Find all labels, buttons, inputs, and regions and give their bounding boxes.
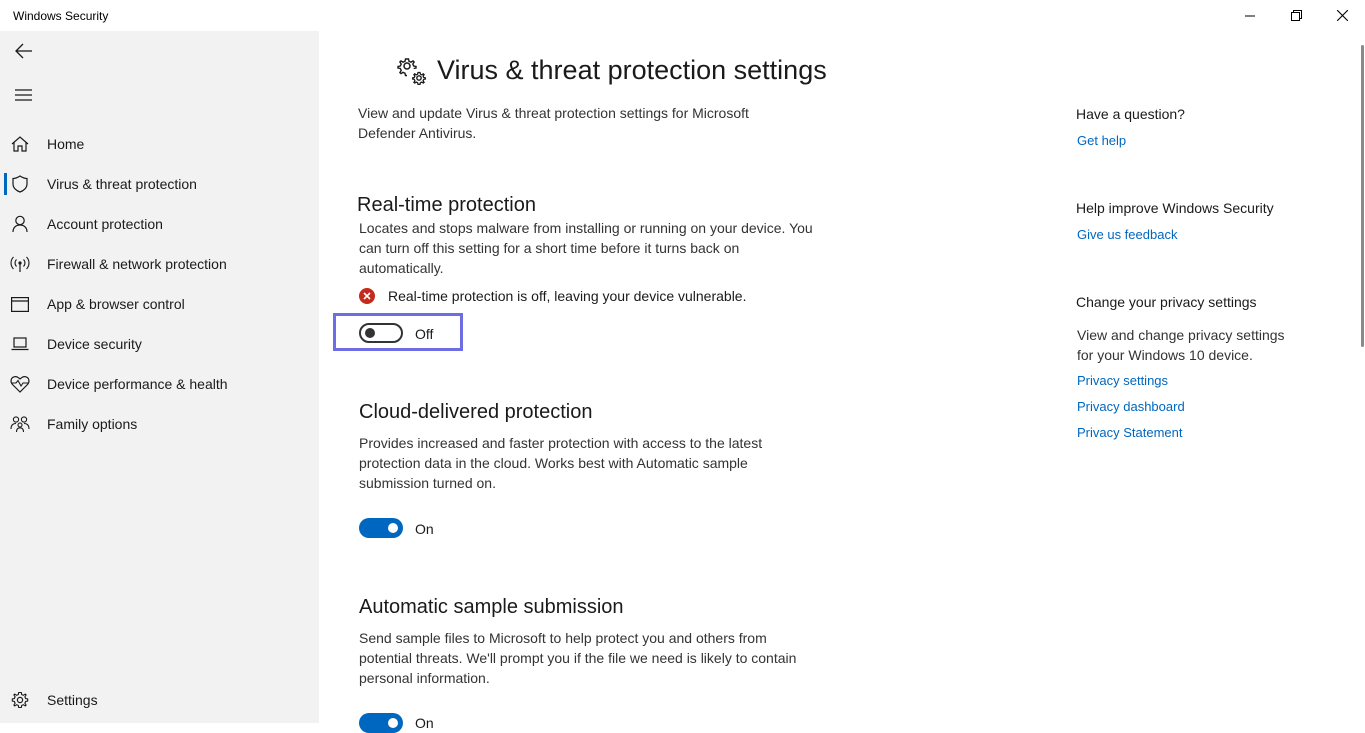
description-line: personal information. bbox=[359, 670, 490, 686]
description-line: Send sample files to Microsoft to help p… bbox=[359, 630, 767, 646]
sidebar-item-label: Device performance & health bbox=[47, 376, 228, 392]
privacy-settings-link[interactable]: Privacy settings bbox=[1077, 373, 1168, 388]
laptop-icon bbox=[10, 334, 30, 354]
sidebar-item-account-protection[interactable]: Account protection bbox=[0, 204, 319, 244]
scrollbar-thumb[interactable] bbox=[1361, 45, 1364, 347]
home-icon bbox=[10, 134, 30, 154]
description-line: View and change privacy settings bbox=[1077, 327, 1285, 343]
restore-button[interactable] bbox=[1273, 0, 1319, 31]
cloud-toggle-label: On bbox=[415, 521, 434, 537]
give-feedback-link[interactable]: Give us feedback bbox=[1077, 227, 1177, 242]
selection-indicator bbox=[4, 173, 7, 195]
app-window-icon bbox=[10, 294, 30, 314]
minimize-icon bbox=[1245, 15, 1255, 16]
main-content: Virus & threat protection settings View … bbox=[319, 31, 1361, 733]
sidebar-item-home[interactable]: Home bbox=[0, 124, 319, 164]
cloud-protection-toggle[interactable] bbox=[359, 518, 403, 538]
sidebar-item-label: Family options bbox=[47, 416, 138, 432]
error-icon bbox=[359, 288, 375, 304]
privacy-description: View and change privacy settings for you… bbox=[1077, 325, 1317, 365]
sidebar: Home Virus & threat protection Account p… bbox=[0, 31, 319, 723]
sidebar-item-label: Home bbox=[47, 136, 85, 152]
description-line: protection data in the cloud. Works best… bbox=[359, 455, 748, 471]
description-line: submission turned on. bbox=[359, 475, 496, 491]
sidebar-item-settings[interactable]: Settings bbox=[0, 680, 319, 720]
realtime-toggle-label: Off bbox=[415, 326, 434, 342]
sidebar-item-device-security[interactable]: Device security bbox=[0, 324, 319, 364]
description-line: potential threats. We'll prompt you if t… bbox=[359, 650, 797, 666]
back-arrow-icon bbox=[15, 43, 32, 59]
shield-icon bbox=[10, 174, 30, 194]
menu-button[interactable] bbox=[0, 75, 48, 115]
realtime-protection-toggle[interactable] bbox=[359, 323, 403, 343]
toggle-knob bbox=[388, 718, 398, 728]
scrollbar[interactable] bbox=[1361, 31, 1365, 723]
close-button[interactable] bbox=[1319, 0, 1365, 31]
sidebar-item-family-options[interactable]: Family options bbox=[0, 404, 319, 444]
sidebar-item-virus-threat-protection[interactable]: Virus & threat protection bbox=[0, 164, 319, 204]
privacy-statement-link[interactable]: Privacy Statement bbox=[1077, 425, 1183, 440]
back-button[interactable] bbox=[0, 31, 48, 71]
hamburger-icon bbox=[15, 89, 32, 101]
sidebar-item-label: Settings bbox=[47, 692, 98, 708]
sidebar-item-label: App & browser control bbox=[47, 296, 185, 312]
family-icon bbox=[10, 414, 30, 434]
realtime-warning: Real-time protection is off, leaving you… bbox=[359, 288, 746, 304]
gear-icon bbox=[10, 690, 30, 710]
realtime-protection-description: Locates and stops malware from installin… bbox=[359, 218, 813, 278]
sidebar-item-label: Firewall & network protection bbox=[47, 256, 227, 272]
title-bar: Windows Security bbox=[0, 0, 1365, 31]
toggle-knob bbox=[388, 523, 398, 533]
cloud-protection-title: Cloud-delivered protection bbox=[359, 401, 593, 423]
sample-toggle-label: On bbox=[415, 715, 434, 731]
description-line: for your Windows 10 device. bbox=[1077, 347, 1253, 363]
sidebar-item-label: Account protection bbox=[47, 216, 163, 232]
sidebar-item-firewall-network-protection[interactable]: Firewall & network protection bbox=[0, 244, 319, 284]
page-title-text: Virus & threat protection settings bbox=[437, 55, 827, 85]
page-title: Virus & threat protection settings bbox=[397, 55, 827, 86]
close-icon bbox=[1336, 10, 1348, 21]
help-improve-heading: Help improve Windows Security bbox=[1076, 200, 1274, 216]
sidebar-item-label: Device security bbox=[47, 336, 142, 352]
antenna-icon bbox=[10, 254, 30, 274]
warning-text: Real-time protection is off, leaving you… bbox=[388, 288, 747, 304]
toggle-knob bbox=[365, 328, 375, 338]
heart-pulse-icon bbox=[10, 374, 30, 394]
cloud-protection-description: Provides increased and faster protection… bbox=[359, 433, 762, 493]
description-line: Provides increased and faster protection… bbox=[359, 435, 763, 451]
sample-submission-description: Send sample files to Microsoft to help p… bbox=[359, 628, 796, 688]
have-question-heading: Have a question? bbox=[1076, 106, 1185, 122]
sample-submission-title: Automatic sample submission bbox=[359, 596, 624, 618]
sidebar-item-device-performance-health[interactable]: Device performance & health bbox=[0, 364, 319, 404]
window-title: Windows Security bbox=[13, 9, 109, 23]
description-line: Locates and stops malware from installin… bbox=[359, 220, 813, 236]
gears-icon bbox=[397, 57, 427, 85]
restore-icon bbox=[1290, 10, 1302, 21]
sidebar-item-label: Virus & threat protection bbox=[47, 176, 197, 192]
get-help-link[interactable]: Get help bbox=[1077, 133, 1126, 148]
realtime-protection-title: Real-time protection bbox=[357, 194, 536, 216]
description-line: Defender Antivirus. bbox=[358, 125, 477, 141]
privacy-dashboard-link[interactable]: Privacy dashboard bbox=[1077, 399, 1185, 414]
description-line: automatically. bbox=[359, 260, 444, 276]
description-line: can turn off this setting for a short ti… bbox=[359, 240, 740, 256]
sample-submission-toggle[interactable] bbox=[359, 713, 403, 733]
sidebar-item-app-browser-control[interactable]: App & browser control bbox=[0, 284, 319, 324]
description-line: View and update Virus & threat protectio… bbox=[358, 105, 749, 121]
privacy-heading: Change your privacy settings bbox=[1076, 294, 1257, 310]
minimize-button[interactable] bbox=[1227, 0, 1273, 31]
person-icon bbox=[10, 214, 30, 234]
page-description: View and update Virus & threat protectio… bbox=[358, 103, 749, 143]
